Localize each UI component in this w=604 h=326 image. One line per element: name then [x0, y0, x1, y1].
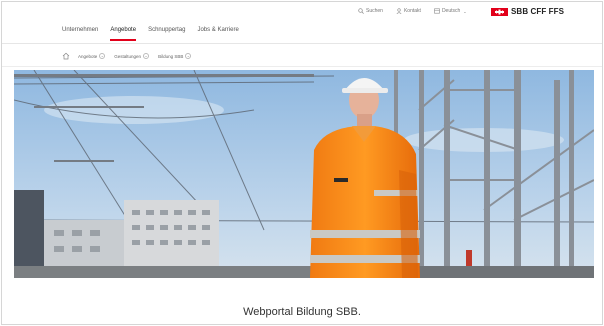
nav-item-jobs-karriere[interactable]: Jobs & Karriere [197, 27, 238, 41]
breadcrumb-label: Gestaltungen [114, 53, 142, 59]
utility-search[interactable]: Suchen [358, 8, 383, 14]
nav-item-angebote[interactable]: Angebote [110, 27, 136, 41]
home-icon[interactable] [62, 52, 70, 60]
breadcrumb-item-angebote[interactable]: Angebote ⌄ [78, 53, 106, 59]
utility-language[interactable]: Deutsch ⌄ [434, 8, 467, 14]
sbb-wordmark: SBB CFF FFS [511, 7, 565, 16]
chevron-down-icon: ⌄ [99, 53, 106, 59]
breadcrumb-label: Bildung SBB [158, 53, 184, 59]
breadcrumb-divider [2, 66, 602, 67]
page-title: Webportal Bildung SBB. [243, 306, 361, 318]
utility-language-label: Deutsch [441, 8, 461, 14]
chevron-down-icon: ⌄ [185, 53, 192, 59]
breadcrumb-item-gestaltungen[interactable]: Gestaltungen ⌄ [114, 53, 150, 59]
breadcrumb: Angebote ⌄ Gestaltungen ⌄ Bildung SBB ⌄ [62, 52, 200, 60]
sbb-logo-mark [491, 7, 508, 16]
utility-contact-label: Kontakt [403, 8, 421, 14]
utility-bar: Suchen Kontakt Deutsch ⌄ [358, 8, 480, 15]
chevron-down-icon: ⌄ [463, 8, 467, 14]
nav-divider [2, 43, 602, 44]
hero-illustration [14, 70, 594, 278]
nav-item-schnuppertag[interactable]: Schnuppertag [148, 27, 185, 41]
hero-image [14, 70, 594, 278]
nav-item-unternehmen[interactable]: Unternehmen [62, 27, 98, 41]
breadcrumb-label: Angebote [78, 53, 98, 59]
main-navigation: Unternehmen Angebote Schnuppertag Jobs &… [62, 27, 251, 41]
chevron-down-icon: ⌄ [143, 53, 150, 59]
breadcrumb-item-bildung-sbb[interactable]: Bildung SBB ⌄ [158, 53, 192, 59]
search-icon [358, 8, 364, 14]
language-icon [434, 8, 440, 14]
utility-search-label: Suchen [366, 8, 383, 14]
utility-contact[interactable]: Kontakt [396, 8, 421, 15]
sbb-logo[interactable]: SBB CFF FFS [491, 7, 564, 16]
user-icon [396, 8, 402, 15]
